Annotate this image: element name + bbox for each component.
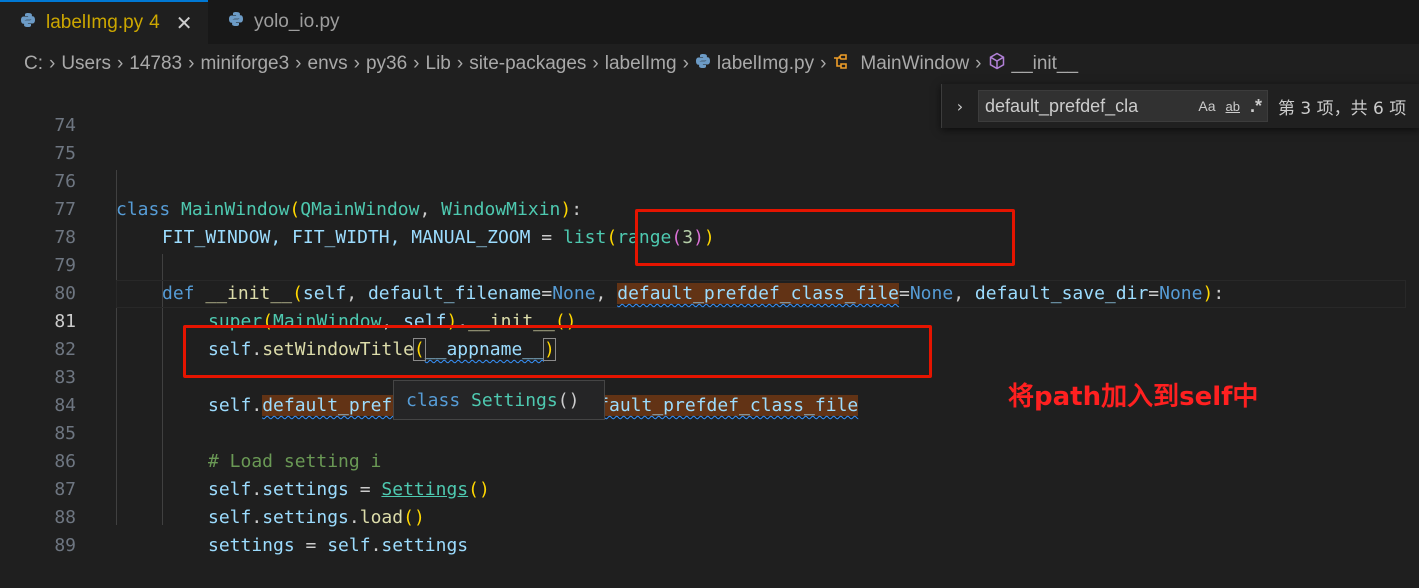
annotation-text: 将path加入到self中 (1008, 382, 1259, 412)
breadcrumb-item[interactable]: Lib (426, 53, 451, 75)
regex-icon[interactable]: .* (1245, 96, 1267, 117)
token: = (294, 535, 328, 556)
code-line: 88 settings = self.settings (0, 476, 1419, 556)
chevron-right-icon: › (456, 53, 464, 74)
tab-label: labelImg.py (46, 12, 144, 33)
tooltip-class-name: Settings (471, 389, 558, 411)
whole-word-icon[interactable]: ab (1221, 99, 1245, 114)
breadcrumb-item[interactable]: miniforge3 (200, 53, 289, 75)
token: . (370, 535, 382, 556)
chevron-right-icon: › (49, 53, 56, 74)
tab-labelimg-py[interactable]: labelImg.py 4 ✕ (0, 0, 208, 44)
python-file-icon (228, 11, 244, 33)
code-line: 87 self.settings.load() (0, 448, 1419, 528)
chevron-right-icon: › (682, 53, 689, 74)
chevron-right-icon: › (295, 53, 302, 74)
chevron-right-icon: › (353, 53, 360, 74)
tab-yolo-io-py[interactable]: yolo_io.py (208, 0, 388, 44)
breadcrumb-item[interactable]: labelImg (605, 53, 677, 75)
class-symbol-icon (832, 53, 854, 75)
line-number: 89 (54, 535, 76, 556)
chevron-right-icon: › (592, 53, 599, 74)
token: self (327, 535, 371, 556)
breadcrumb: C: › Users › 14783 › miniforge3 › envs ›… (0, 44, 1419, 84)
breadcrumb-item[interactable]: MainWindow (860, 53, 969, 75)
chevron-right-icon: › (116, 53, 124, 74)
python-file-icon (20, 12, 36, 34)
breadcrumb-item[interactable]: C: (24, 53, 43, 75)
python-file-icon (695, 53, 711, 75)
problem-count-badge: 4 (149, 12, 160, 33)
code-line: 81 self.setWindowTitle(__appname__) (0, 280, 1419, 361)
close-tab-icon[interactable]: ✕ (176, 11, 193, 36)
chevron-right-icon: › (975, 53, 982, 74)
tab-label: yolo_io.py (254, 11, 340, 32)
code-line: 89 (0, 504, 1419, 556)
chevron-right-icon: › (188, 53, 195, 74)
find-widget: › default_prefdef_cla Aa ab .* 第 3 项，共 6… (941, 84, 1419, 128)
chevron-right-icon: › (820, 53, 827, 74)
toggle-replace-chevron-icon[interactable]: › (942, 97, 978, 116)
breadcrumb-item[interactable]: py36 (366, 53, 407, 75)
find-query: default_prefdef_cla (985, 95, 1139, 116)
match-case-icon[interactable]: Aa (1193, 98, 1220, 114)
annotation-box-assignment (183, 325, 932, 378)
code-line: 76 class MainWindow(QMainWindow, WindowM… (0, 140, 1419, 220)
breadcrumb-item[interactable]: labelImg.py (717, 53, 814, 75)
annotation-box-parameter (635, 209, 1015, 266)
match-count: 第 3 项，共 6 项 (1278, 98, 1407, 119)
hover-tooltip: class Settings() (393, 380, 605, 420)
tooltip-keyword: class (406, 389, 461, 411)
token: settings (381, 535, 469, 556)
token: settings (208, 535, 295, 556)
method-symbol-icon (988, 52, 1006, 76)
find-input[interactable]: default_prefdef_cla Aa ab .* (978, 90, 1268, 122)
breadcrumb-item[interactable]: 14783 (129, 53, 182, 75)
code-editor[interactable]: 74 75 76 class MainWindow(QMainWindow, W… (0, 84, 1419, 556)
code-text: settings = self.settings (208, 532, 468, 560)
tooltip-parens: () (557, 389, 580, 411)
chevron-right-icon: › (413, 53, 420, 74)
breadcrumb-item[interactable]: envs (308, 53, 348, 75)
code-line: 86 self.settings = Settings() (0, 420, 1419, 500)
code-line: 77 FIT_WINDOW, FIT_WIDTH, MANUAL_ZOOM = … (0, 168, 1419, 248)
breadcrumb-item[interactable]: Users (61, 53, 111, 75)
tab-bar: labelImg.py 4 ✕ yolo_io.py (0, 0, 1419, 45)
breadcrumb-item[interactable]: __init__ (1012, 53, 1079, 75)
breadcrumb-item[interactable]: site-packages (469, 53, 586, 75)
